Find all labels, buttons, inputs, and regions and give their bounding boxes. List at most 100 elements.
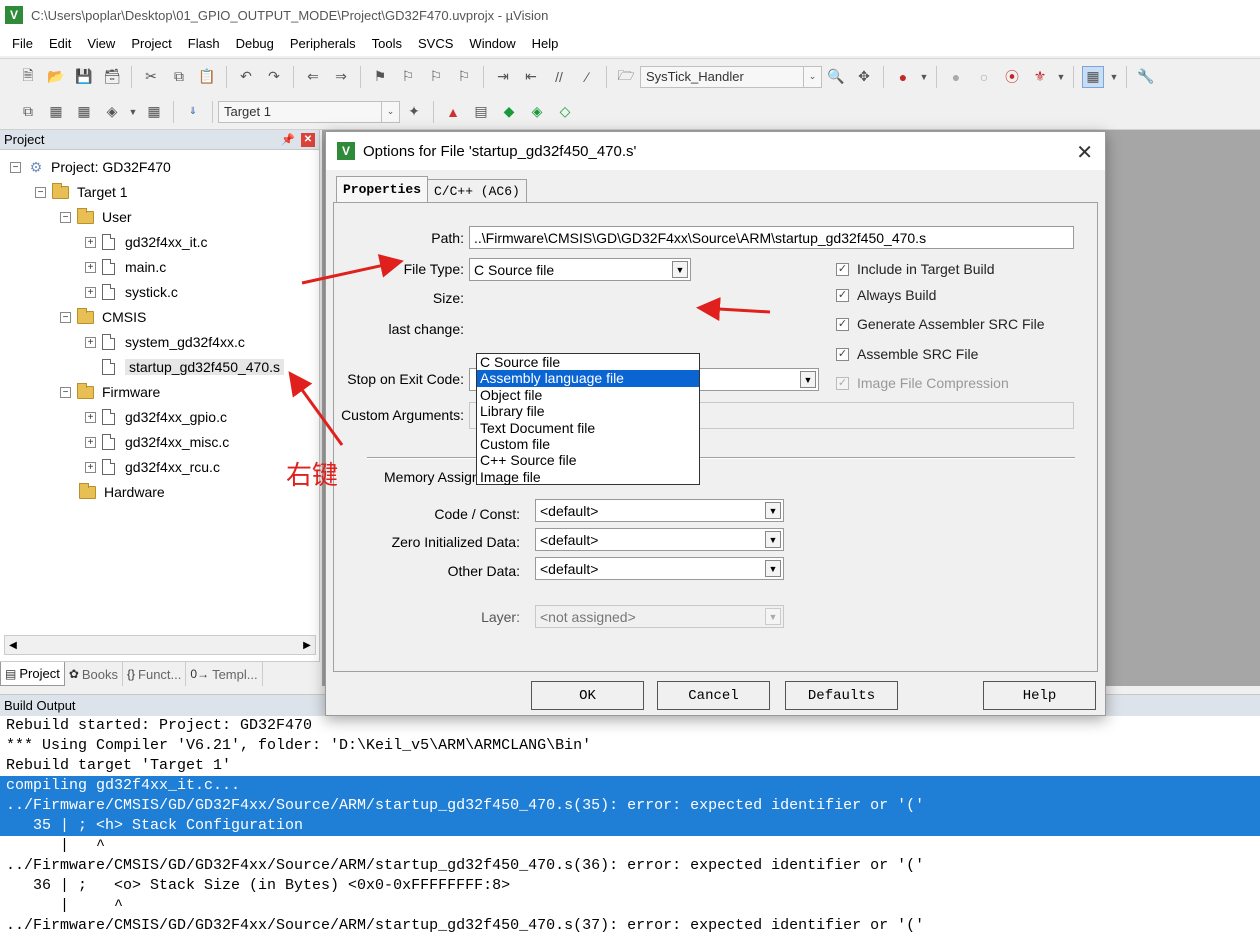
tree-target[interactable]: − Target 1 (35, 181, 128, 203)
manage-project-items-icon[interactable]: ▲ (442, 101, 464, 123)
expand-icon[interactable]: + (85, 236, 96, 248)
build-output-pane[interactable]: Rebuild started: Project: GD32F470 *** U… (0, 716, 1260, 934)
find-icon[interactable]: 🔍 (825, 66, 847, 88)
breakpoint-insert-icon[interactable]: ● (945, 66, 967, 88)
find-in-files-icon[interactable]: 🗁 (615, 66, 637, 88)
dropdown-arrow-icon[interactable]: ▼ (1057, 66, 1066, 88)
tree-file[interactable]: + gd32f4xx_rcu.c (85, 456, 220, 478)
save-all-icon[interactable]: 🗃 (101, 66, 123, 88)
collapse-icon[interactable]: − (35, 186, 46, 198)
chevron-down-icon[interactable]: ▼ (765, 502, 781, 519)
horizontal-scrollbar[interactable]: ◀ ▶ (4, 635, 316, 655)
expand-icon[interactable]: + (85, 411, 96, 423)
collapse-icon[interactable]: − (60, 311, 71, 323)
pin-icon[interactable]: 📌 (281, 133, 295, 146)
code-const-select[interactable]: <default> ▼ (535, 499, 784, 522)
bookmark-prev-icon[interactable]: ⚐ (397, 66, 419, 88)
chevron-down-icon[interactable]: ▼ (800, 371, 816, 388)
bookmark-clear-icon[interactable]: ⚐ (453, 66, 475, 88)
file-type-option-highlighted[interactable]: Assembly language file (477, 370, 699, 387)
function-combo[interactable]: SysTick_Handler ⌄ (640, 65, 822, 88)
paste-icon[interactable]: 📋 (196, 66, 218, 88)
file-type-option[interactable]: Text Document file (477, 420, 699, 436)
new-file-icon[interactable]: 🗎 (17, 66, 39, 88)
zero-init-select[interactable]: <default> ▼ (535, 528, 784, 551)
tree-group-firmware[interactable]: − Firmware (60, 381, 160, 403)
tree-file-selected[interactable]: startup_gd32f450_470.s (102, 356, 285, 378)
path-field[interactable]: ..\Firmware\CMSIS\GD\GD32F4xx\Source\ARM… (469, 226, 1074, 249)
redo-icon[interactable]: ↷ (263, 66, 285, 88)
undo-icon[interactable]: ↶ (235, 66, 257, 88)
file-type-option[interactable]: C++ Source file (477, 452, 699, 468)
target-combo[interactable]: Target 1 ⌄ (218, 100, 400, 123)
chevron-down-icon[interactable]: ⌄ (803, 66, 821, 87)
collapse-icon[interactable]: − (60, 386, 71, 398)
help-button[interactable]: Help (983, 681, 1096, 710)
file-extensions-icon[interactable]: ▤ (470, 101, 492, 123)
scroll-left-icon[interactable]: ◀ (5, 636, 21, 654)
file-type-select[interactable]: C Source file ▼ (469, 258, 691, 281)
menu-svcs[interactable]: SVCS (410, 36, 461, 51)
tree-file[interactable]: + gd32f4xx_it.c (85, 231, 208, 253)
tree-file[interactable]: + gd32f4xx_misc.c (85, 431, 229, 453)
tab-properties[interactable]: Properties (336, 176, 429, 202)
menu-file[interactable]: File (4, 36, 41, 51)
configure-wrench-icon[interactable]: 🔧 (1135, 66, 1157, 88)
defaults-button[interactable]: Defaults (785, 681, 898, 710)
dropdown-arrow-icon[interactable]: ▼ (920, 66, 929, 88)
download-load-icon[interactable]: ⇓ (182, 101, 204, 123)
pack-installer-icon[interactable]: ◆ (498, 101, 520, 123)
copy-icon[interactable]: ⧉ (168, 66, 190, 88)
uncomment-icon[interactable]: ∕ (576, 66, 598, 88)
close-icon[interactable]: ✕ (1076, 140, 1093, 165)
cut-icon[interactable]: ✂ (140, 66, 162, 88)
breakpoint-disable-icon[interactable]: ⦿ (1001, 66, 1023, 88)
build-icon[interactable]: ▦ (45, 101, 67, 123)
chevron-down-icon[interactable]: ▼ (765, 560, 781, 577)
collapse-icon[interactable]: − (10, 161, 21, 173)
expand-icon[interactable]: + (85, 436, 96, 448)
select-packs-icon[interactable]: ◈ (526, 101, 548, 123)
incremental-find-icon[interactable]: ✥ (853, 66, 875, 88)
tree-group-user[interactable]: − User (60, 206, 132, 228)
file-type-option[interactable]: Library file (477, 403, 699, 419)
unindent-icon[interactable]: ⇤ (520, 66, 542, 88)
cancel-button[interactable]: Cancel (657, 681, 770, 710)
tree-file[interactable]: + systick.c (85, 281, 178, 303)
tree-group-cmsis[interactable]: − CMSIS (60, 306, 146, 328)
chevron-down-icon[interactable]: ▼ (672, 261, 688, 278)
ok-button[interactable]: OK (531, 681, 644, 710)
dropdown-arrow-icon[interactable]: ▼ (129, 101, 138, 123)
generate-asm-src-checkbox[interactable]: ✓ Generate Assembler SRC File (836, 316, 1045, 332)
comment-icon[interactable]: // (548, 66, 570, 88)
assemble-src-checkbox[interactable]: ✓ Assemble SRC File (836, 346, 978, 362)
tab-cpp-ac6[interactable]: C/C++ (AC6) (427, 179, 527, 202)
expand-icon[interactable]: + (85, 336, 96, 348)
menu-window[interactable]: Window (461, 36, 523, 51)
scroll-right-icon[interactable]: ▶ (299, 636, 315, 654)
menu-tools[interactable]: Tools (364, 36, 410, 51)
target-options-magic-wand-icon[interactable]: ✦ (403, 101, 425, 123)
file-type-option[interactable]: Image file (477, 469, 699, 485)
menu-view[interactable]: View (79, 36, 123, 51)
nav-back-icon[interactable]: ⇐ (302, 66, 324, 88)
dropdown-arrow-icon[interactable]: ▼ (1110, 66, 1119, 88)
tree-file[interactable]: + main.c (85, 256, 166, 278)
tab-books[interactable]: ✿ Books (65, 662, 124, 686)
bookmark-next-icon[interactable]: ⚐ (425, 66, 447, 88)
chevron-down-icon[interactable]: ▼ (765, 531, 781, 548)
file-type-option[interactable]: Object file (477, 387, 699, 403)
manage-rte-icon[interactable]: ◇ (554, 101, 576, 123)
save-icon[interactable]: 💾 (73, 66, 95, 88)
include-in-build-checkbox[interactable]: ✓ Include in Target Build (836, 261, 995, 277)
tab-functions[interactable]: {} Funct... (123, 662, 187, 686)
menu-peripherals[interactable]: Peripherals (282, 36, 364, 51)
file-type-option[interactable]: C Source file (477, 354, 699, 370)
stop-build-icon[interactable]: ▦ (143, 101, 165, 123)
batch-build-icon[interactable]: ◈ (101, 101, 123, 123)
chevron-down-icon[interactable]: ⌄ (381, 101, 399, 122)
menu-help[interactable]: Help (524, 36, 567, 51)
other-data-select[interactable]: <default> ▼ (535, 557, 784, 580)
debug-session-icon[interactable]: ● (892, 66, 914, 88)
tree-project-root[interactable]: − ⚙ Project: GD32F470 (10, 156, 171, 178)
